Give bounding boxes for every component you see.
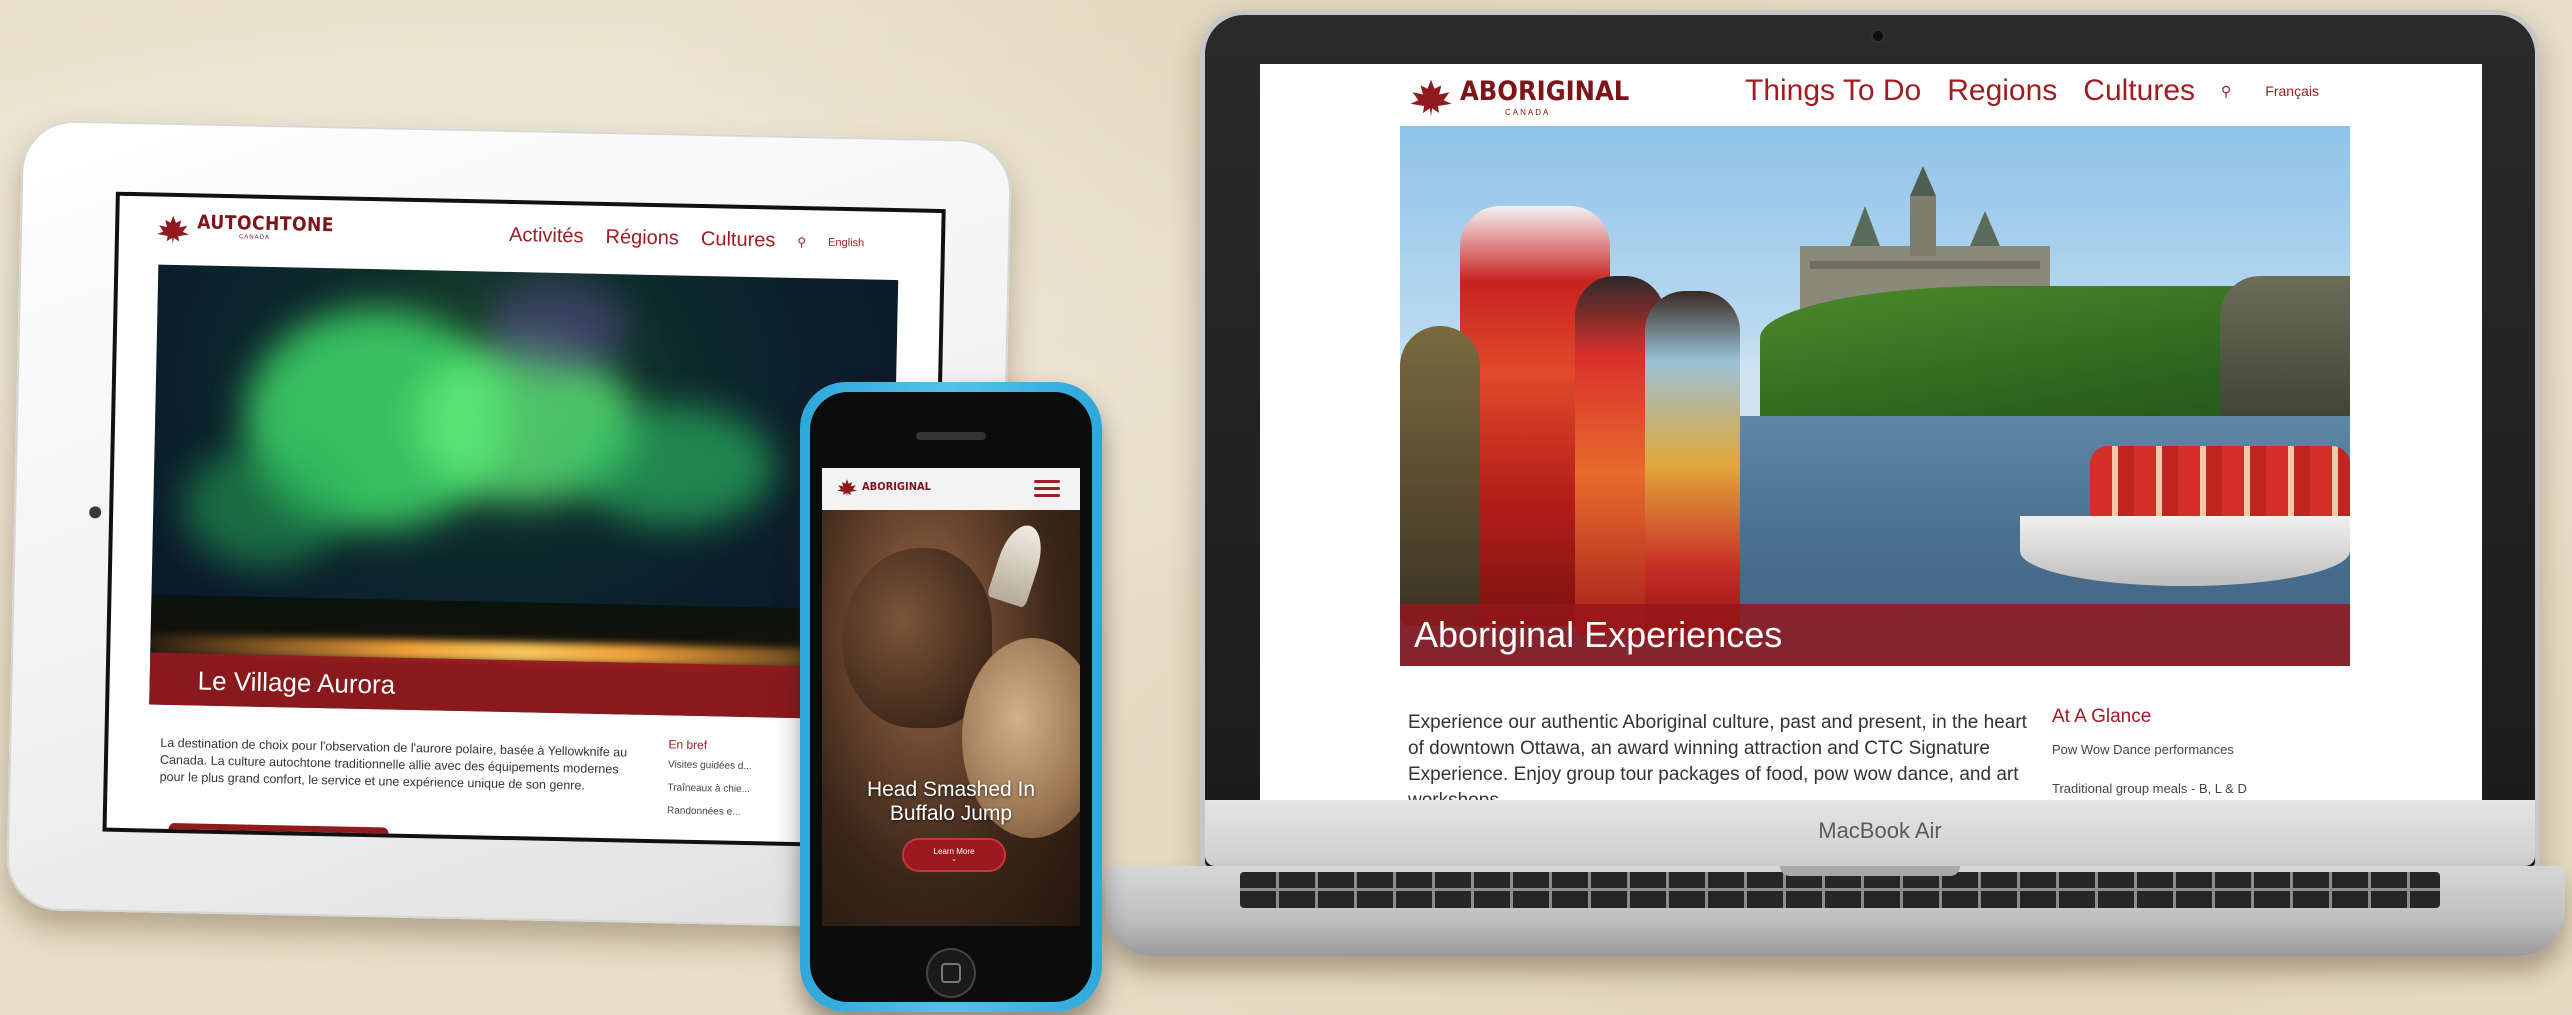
laptop-cliff	[2220, 276, 2350, 426]
laptop-brand-label: MacBook Air	[1818, 818, 1942, 843]
tablet-logo-text[interactable]: AUTOCHTONE	[197, 211, 334, 236]
tablet-camera	[89, 506, 102, 519]
laptop-language-link[interactable]: Français	[2265, 83, 2319, 99]
dancer-figure	[1645, 291, 1740, 641]
maple-leaf-logo-icon[interactable]	[1408, 76, 1454, 120]
laptop-hero-title: Aboriginal Experiences	[1414, 614, 1783, 655]
tablet-body-text: La destination de choix pour l'observati…	[159, 735, 628, 793]
tablet-hero-image[interactable]: Le Village Aurora	[149, 264, 899, 721]
phone-site-header: ABORIGINAL	[822, 468, 1080, 510]
phone-hero-title-line1: Head Smashed In	[866, 778, 1036, 801]
search-icon[interactable]: ⚲	[797, 234, 806, 248]
tablet-nav-regions[interactable]: Régions	[605, 226, 679, 251]
laptop-sidebar-title: At A Glance	[2052, 706, 2152, 727]
phone-hero-title: Head Smashed In Buffalo Jump	[822, 778, 1080, 826]
tablet-hero-title: Le Village Aurora	[197, 665, 396, 700]
maple-leaf-logo-icon[interactable]	[836, 478, 858, 498]
speaker-icon	[916, 432, 986, 440]
phone-hero-title-line2: Buffalo Jump	[889, 802, 1013, 825]
laptop-canoe	[2020, 516, 2350, 586]
laptop-sidebar-item: Traditional group meals - B, L & D	[2052, 781, 2247, 796]
laptop-hero-image[interactable]: Aboriginal Experiences	[1400, 126, 2350, 666]
search-icon[interactable]: ⚲	[2221, 83, 2231, 100]
tablet-language-link[interactable]: English	[828, 236, 864, 249]
laptop-keyboard-row-divider	[1240, 888, 2440, 891]
tablet-cta-button[interactable]	[168, 822, 389, 849]
chevron-down-icon: ⌄	[951, 856, 957, 863]
tablet-nav: Activités Régions Cultures ⚲ English	[509, 224, 865, 254]
laptop-logo-subtext: CANADA	[1505, 108, 1551, 117]
learn-more-button[interactable]: Learn More ⌄	[902, 838, 1006, 872]
tablet-nav-activites[interactable]: Activités	[509, 224, 584, 249]
laptop-nav-things-to-do[interactable]: Things To Do	[1745, 74, 1921, 108]
laptop-screen: ABORIGINAL CANADA Things To Do Regions C…	[1260, 64, 2482, 804]
tablet-site-header: AUTOCHTONE CANADA Activités Régions Cult…	[119, 196, 942, 275]
phone-screen: ABORIGINAL Head Smashed In Buffalo Jump …	[822, 468, 1080, 926]
laptop-nav-regions[interactable]: Regions	[1947, 74, 2057, 108]
laptop-canoe-paddlers	[2090, 446, 2350, 526]
laptop-logo-text[interactable]: ABORIGINAL	[1460, 76, 1629, 107]
laptop-hinge-notch	[1780, 866, 1960, 876]
laptop-nav-cultures[interactable]: Cultures	[2083, 74, 2195, 108]
laptop-sidebar-item: Pow Wow Dance performances	[2052, 742, 2234, 757]
home-square-icon	[941, 963, 961, 983]
hamburger-menu-icon[interactable]	[1034, 480, 1060, 498]
tablet-nav-cultures[interactable]: Cultures	[701, 228, 776, 253]
maple-leaf-logo-icon[interactable]	[155, 215, 192, 246]
laptop-body-text: Experience our authentic Aboriginal cult…	[1408, 712, 2027, 804]
dancer-figure	[1400, 326, 1480, 626]
tablet-logo-subtext: CANADA	[238, 234, 271, 241]
laptop-sidebar: At A Glance Pow Wow Dance performances T…	[2052, 706, 2352, 804]
laptop-nav: Things To Do Regions Cultures ⚲ Français	[1745, 74, 2319, 108]
learn-more-label: Learn More	[933, 847, 975, 856]
camera-icon	[1870, 28, 1886, 44]
phone-logo-text[interactable]: ABORIGINAL	[862, 480, 931, 493]
